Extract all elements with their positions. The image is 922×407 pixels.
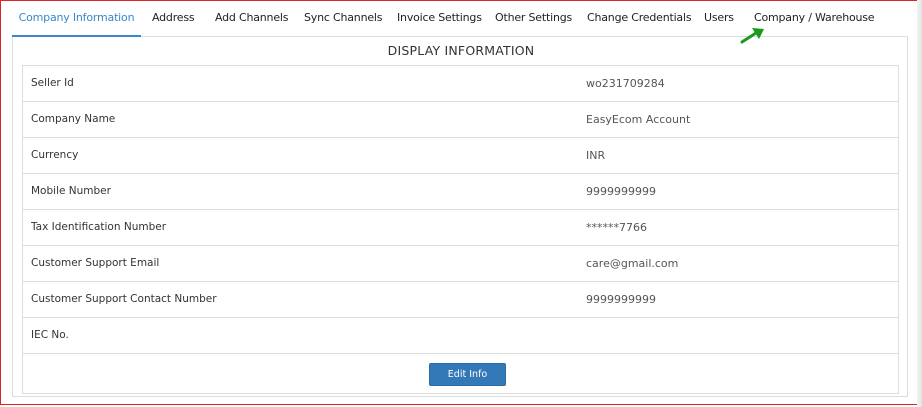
table-row: Customer Support Email care@gmail.com xyxy=(23,246,898,282)
field-value: ******7766 xyxy=(586,221,647,234)
tab-address[interactable]: Address xyxy=(152,0,195,36)
field-label: Company Name xyxy=(31,113,116,125)
table-row: IEC No. xyxy=(23,318,898,354)
field-label: Mobile Number xyxy=(31,185,111,197)
field-label: Seller Id xyxy=(31,77,74,89)
settings-tab-bar: Company Information Address Add Channels… xyxy=(12,0,908,37)
tab-other-settings[interactable]: Other Settings xyxy=(495,0,572,36)
tab-add-channels[interactable]: Add Channels xyxy=(215,0,288,36)
info-table: Seller Id wo231709284 Company Name EasyE… xyxy=(22,65,899,354)
field-value: care@gmail.com xyxy=(586,257,679,270)
field-label: Currency xyxy=(31,149,79,161)
window-edge xyxy=(917,0,922,407)
field-value: 9999999999 xyxy=(586,185,656,198)
field-value: EasyEcom Account xyxy=(586,113,691,126)
display-information-panel: DISPLAY INFORMATION Seller Id wo23170928… xyxy=(12,37,908,397)
tab-invoice-settings[interactable]: Invoice Settings xyxy=(397,0,482,36)
field-value: wo231709284 xyxy=(586,77,665,90)
table-row: Seller Id wo231709284 xyxy=(23,66,898,102)
tab-sync-channels[interactable]: Sync Channels xyxy=(304,0,383,36)
table-row: Mobile Number 9999999999 xyxy=(23,174,898,210)
field-value: 9999999999 xyxy=(586,293,656,306)
field-label: IEC No. xyxy=(31,329,69,341)
tab-company-warehouse[interactable]: Company / Warehouse xyxy=(754,0,875,36)
tab-change-credentials[interactable]: Change Credentials xyxy=(587,0,692,36)
actions-row: Edit Info xyxy=(22,353,899,394)
table-row: Company Name EasyEcom Account xyxy=(23,102,898,138)
tab-users[interactable]: Users xyxy=(704,0,734,36)
field-label: Customer Support Contact Number xyxy=(31,293,217,305)
tab-company-information[interactable]: Company Information xyxy=(12,0,141,37)
field-label: Tax Identification Number xyxy=(31,221,167,233)
edit-info-button[interactable]: Edit Info xyxy=(429,363,506,386)
field-label: Customer Support Email xyxy=(31,257,160,269)
field-value: INR xyxy=(586,149,606,162)
table-row: Tax Identification Number ******7766 xyxy=(23,210,898,246)
table-row: Currency INR xyxy=(23,138,898,174)
section-title: DISPLAY INFORMATION xyxy=(387,43,535,58)
table-row: Customer Support Contact Number 99999999… xyxy=(23,282,898,318)
